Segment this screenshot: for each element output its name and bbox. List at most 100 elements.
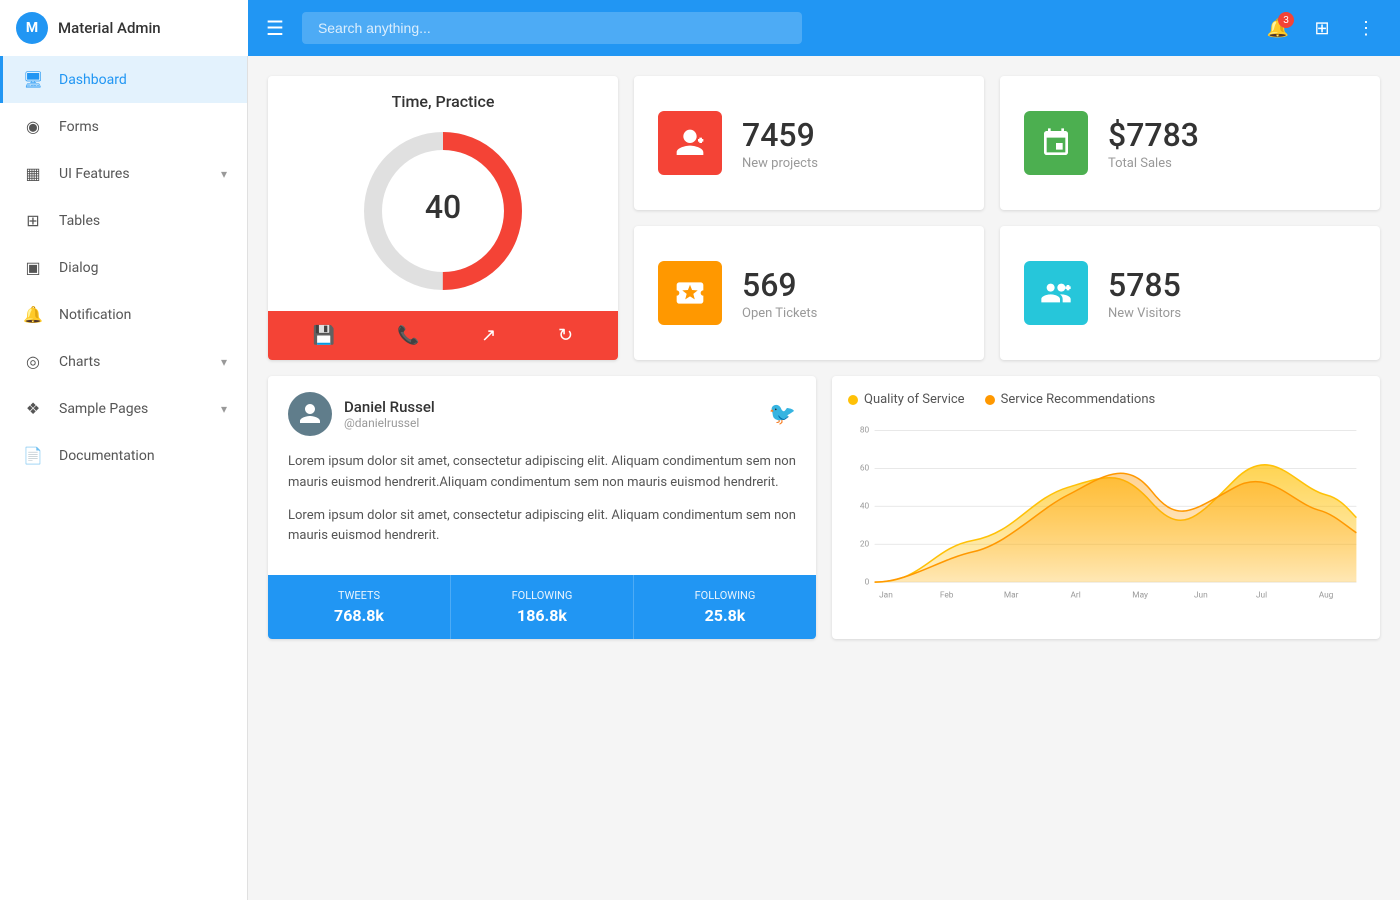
- following1-value: 186.8k: [459, 606, 625, 625]
- svg-text:Aug: Aug: [1319, 590, 1334, 600]
- stats-grid: 7459 New projects $7783 Total Sales Time…: [268, 76, 1380, 360]
- tweet-username: Daniel Russel: [344, 398, 435, 416]
- sidebar-label-ui-features: UI Features: [59, 166, 205, 182]
- svg-text:May: May: [1132, 590, 1148, 600]
- stat-info-new-projects: 7459 New projects: [742, 116, 818, 171]
- tweet-stat-following2: FOLLOWING 25.8k: [634, 575, 816, 639]
- following2-value: 25.8k: [642, 606, 808, 625]
- tweet-footer: TWEETS 768.8k FOLLOWING 186.8k FOLLOWING…: [268, 575, 816, 639]
- legend-quality-label: Quality of Service: [864, 392, 965, 407]
- more-button[interactable]: ⋮: [1348, 10, 1384, 46]
- chevron-down-icon-charts: ▾: [221, 355, 227, 369]
- donut-refresh-button[interactable]: ↻: [558, 325, 573, 346]
- svg-text:20: 20: [860, 539, 870, 549]
- brand-name: Material Admin: [58, 19, 161, 37]
- donut-phone-button[interactable]: 📞: [397, 325, 419, 346]
- sidebar-item-dialog[interactable]: ▣ Dialog: [0, 244, 247, 291]
- tables-icon: ⊞: [23, 211, 43, 230]
- svg-text:0: 0: [865, 577, 870, 587]
- stat-label-new-visitors: New Visitors: [1108, 306, 1181, 321]
- tweet-user-info: Daniel Russel @danielrussel: [344, 398, 435, 430]
- dialog-icon: ▣: [23, 258, 43, 277]
- sidebar-item-ui-features[interactable]: ▦ UI Features ▾: [0, 150, 247, 197]
- dashboard-icon: 🖥: [23, 70, 43, 89]
- sample-pages-icon: ❖: [23, 399, 43, 418]
- following2-label: FOLLOWING: [642, 589, 808, 602]
- stat-number-open-tickets: 569: [742, 266, 817, 304]
- sidebar-label-notification: Notification: [59, 307, 227, 323]
- ui-features-icon: ▦: [23, 164, 43, 183]
- stat-info-total-sales: $7783 Total Sales: [1108, 116, 1199, 171]
- legend-recommendations: Service Recommendations: [985, 392, 1156, 407]
- stat-label-total-sales: Total Sales: [1108, 156, 1199, 171]
- sidebar-item-charts[interactable]: ◎ Charts ▾: [0, 338, 247, 385]
- notification-icon: 🔔: [23, 305, 43, 324]
- donut-share-button[interactable]: ↗: [481, 325, 496, 346]
- stat-number-new-visitors: 5785: [1108, 266, 1181, 304]
- tweet-stat-tweets: TWEETS 768.8k: [268, 575, 451, 639]
- following1-label: FOLLOWING: [459, 589, 625, 602]
- svg-text:Mar: Mar: [1004, 590, 1019, 600]
- sidebar-label-charts: Charts: [59, 354, 205, 370]
- open-tickets-icon-box: [658, 261, 722, 325]
- svg-text:40: 40: [425, 188, 461, 226]
- donut-title: Time, Practice: [268, 76, 618, 111]
- stat-card-open-tickets: 569 Open Tickets: [634, 226, 984, 360]
- svg-text:Jan: Jan: [879, 590, 893, 600]
- donut-chart: 40: [353, 121, 533, 301]
- documentation-icon: 📄: [23, 446, 43, 465]
- main-content: 7459 New projects $7783 Total Sales Time…: [248, 56, 1400, 900]
- area-chart: 80 60 40 20 0: [848, 419, 1364, 616]
- chart-card: Quality of Service Service Recommendatio…: [832, 376, 1380, 639]
- brand: M Material Admin: [0, 0, 248, 56]
- menu-icon[interactable]: ☰: [248, 16, 302, 40]
- donut-save-button[interactable]: 💾: [313, 325, 335, 346]
- notification-badge: 3: [1278, 12, 1294, 28]
- legend-recommendations-label: Service Recommendations: [1001, 392, 1156, 407]
- quality-dot: [848, 395, 858, 405]
- topbar: M Material Admin ☰ 🔔 3 ⊞ ⋮: [0, 0, 1400, 56]
- tweet-stat-following1: FOLLOWING 186.8k: [451, 575, 634, 639]
- sidebar-item-sample-pages[interactable]: ❖ Sample Pages ▾: [0, 385, 247, 432]
- sidebar: 🖥 Dashboard ◉ Forms ▦ UI Features ▾ ⊞ Ta…: [0, 56, 248, 900]
- sidebar-label-forms: Forms: [59, 119, 227, 135]
- notification-button[interactable]: 🔔 3: [1260, 10, 1296, 46]
- stat-label-open-tickets: Open Tickets: [742, 306, 817, 321]
- sidebar-item-notification[interactable]: 🔔 Notification: [0, 291, 247, 338]
- stat-card-total-sales: $7783 Total Sales: [1000, 76, 1380, 210]
- sidebar-label-tables: Tables: [59, 213, 227, 229]
- recommendations-dot: [985, 395, 995, 405]
- svg-text:Jun: Jun: [1194, 590, 1208, 600]
- twitter-icon: 🐦: [769, 402, 796, 427]
- chevron-down-icon: ▾: [221, 167, 227, 181]
- sidebar-item-forms[interactable]: ◉ Forms: [0, 103, 247, 150]
- stat-number-total-sales: $7783: [1108, 116, 1199, 154]
- brand-avatar: M: [16, 12, 48, 44]
- sidebar-item-tables[interactable]: ⊞ Tables: [0, 197, 247, 244]
- donut-card: Time, Practice 40 💾 📞 ↗ ↻: [268, 76, 618, 360]
- svg-text:80: 80: [860, 426, 870, 436]
- topbar-actions: 🔔 3 ⊞ ⋮: [1260, 10, 1400, 46]
- tweet-text-2: Lorem ipsum dolor sit amet, consectetur …: [288, 506, 796, 548]
- grid-button[interactable]: ⊞: [1304, 10, 1340, 46]
- bottom-grid: Daniel Russel @danielrussel 🐦 Lorem ipsu…: [268, 376, 1380, 639]
- stat-label-new-projects: New projects: [742, 156, 818, 171]
- new-projects-icon-box: [658, 111, 722, 175]
- tweets-value: 768.8k: [276, 606, 442, 625]
- tweets-label: TWEETS: [276, 589, 442, 602]
- total-sales-icon-box: [1024, 111, 1088, 175]
- sidebar-item-documentation[interactable]: 📄 Documentation: [0, 432, 247, 479]
- svg-text:Feb: Feb: [940, 590, 954, 600]
- tweet-body: Lorem ipsum dolor sit amet, consectetur …: [268, 452, 816, 575]
- layout: 🖥 Dashboard ◉ Forms ▦ UI Features ▾ ⊞ Ta…: [0, 56, 1400, 900]
- legend-quality: Quality of Service: [848, 392, 965, 407]
- tweet-handle: @danielrussel: [344, 416, 435, 430]
- tweet-card: Daniel Russel @danielrussel 🐦 Lorem ipsu…: [268, 376, 816, 639]
- sidebar-item-dashboard[interactable]: 🖥 Dashboard: [0, 56, 247, 103]
- stat-number-new-projects: 7459: [742, 116, 818, 154]
- donut-body: 40: [268, 111, 618, 311]
- sidebar-label-sample-pages: Sample Pages: [59, 401, 205, 417]
- stat-info-new-visitors: 5785 New Visitors: [1108, 266, 1181, 321]
- search-input[interactable]: [302, 12, 802, 44]
- forms-icon: ◉: [23, 117, 43, 136]
